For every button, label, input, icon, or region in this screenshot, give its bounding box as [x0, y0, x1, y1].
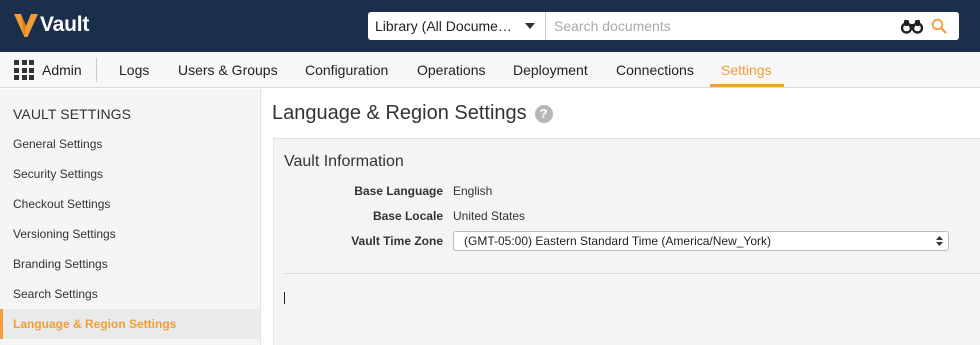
sidebar-title: VAULT SETTINGS — [13, 106, 132, 122]
sidebar-item-language-region[interactable]: Language & Region Settings — [0, 309, 260, 339]
page-title-row: Language & Region Settings ? — [272, 102, 553, 125]
sidebar-item-security[interactable]: Security Settings — [0, 159, 260, 189]
sidebar-item-branding[interactable]: Branding Settings — [0, 249, 260, 279]
search-input[interactable] — [546, 12, 901, 40]
nav-tab-operations[interactable]: Operations — [417, 62, 485, 78]
vault-logo-icon — [14, 14, 38, 37]
admin-nav-bar: Admin Logs Users & Groups Configuration … — [0, 52, 980, 88]
library-select[interactable]: Library (All Docume… — [368, 12, 546, 40]
sidebar-item-label: Versioning Settings — [13, 227, 116, 241]
sidebar-item-label: General Settings — [13, 137, 103, 151]
nav-tab-logs[interactable]: Logs — [119, 62, 149, 78]
sidebar-item-versioning[interactable]: Versioning Settings — [0, 219, 260, 249]
time-zone-select[interactable]: (GMT-05:00) Eastern Standard Time (Ameri… — [453, 231, 949, 251]
settings-sidebar: VAULT SETTINGS General Settings Security… — [0, 89, 261, 345]
time-zone-value: (GMT-05:00) Eastern Standard Time (Ameri… — [464, 234, 772, 248]
app-name: Vault — [40, 13, 90, 36]
section-divider — [284, 273, 980, 274]
base-language-value: English — [453, 184, 493, 198]
chevron-down-icon — [525, 23, 535, 29]
nav-divider — [96, 58, 97, 82]
select-arrows-icon — [936, 236, 943, 246]
app-launcher-icon[interactable] — [14, 60, 34, 80]
sidebar-item-label: Search Settings — [13, 287, 98, 301]
sidebar-item-checkout[interactable]: Checkout Settings — [0, 189, 260, 219]
active-tab-indicator — [710, 84, 784, 87]
admin-label[interactable]: Admin — [42, 62, 82, 78]
nav-tab-settings[interactable]: Settings — [721, 62, 772, 78]
base-locale-label: Base Locale — [372, 209, 443, 223]
help-icon[interactable]: ? — [534, 104, 553, 123]
time-zone-label: Vault Time Zone — [351, 234, 443, 248]
nav-tab-connections[interactable]: Connections — [616, 62, 694, 78]
library-select-value: Library (All Docume… — [375, 18, 512, 34]
sidebar-item-general[interactable]: General Settings — [0, 129, 260, 159]
text-cursor — [284, 292, 285, 304]
nav-tab-configuration[interactable]: Configuration — [305, 62, 388, 78]
nav-tab-users-groups[interactable]: Users & Groups — [178, 62, 278, 78]
top-header: Vault Library (All Docume… — [0, 0, 980, 52]
search-bar: Library (All Docume… — [368, 12, 959, 40]
page-title: Language & Region Settings — [272, 102, 527, 124]
sidebar-item-label: Branding Settings — [13, 257, 108, 271]
vault-information-panel: Vault Information Base Language English … — [273, 138, 980, 345]
base-language-label: Base Language — [354, 184, 443, 198]
sidebar-item-search[interactable]: Search Settings — [0, 279, 260, 309]
binoculars-icon[interactable] — [901, 18, 923, 34]
search-icon[interactable] — [931, 18, 947, 34]
sidebar-item-label: Security Settings — [13, 167, 104, 181]
nav-tab-deployment[interactable]: Deployment — [513, 62, 588, 78]
section-title: Vault Information — [284, 153, 404, 170]
sidebar-item-label: Checkout Settings — [13, 197, 111, 211]
sidebar-item-label: Language & Region Settings — [13, 317, 177, 331]
base-locale-value: United States — [453, 209, 526, 223]
vault-logo[interactable]: Vault — [14, 10, 89, 40]
